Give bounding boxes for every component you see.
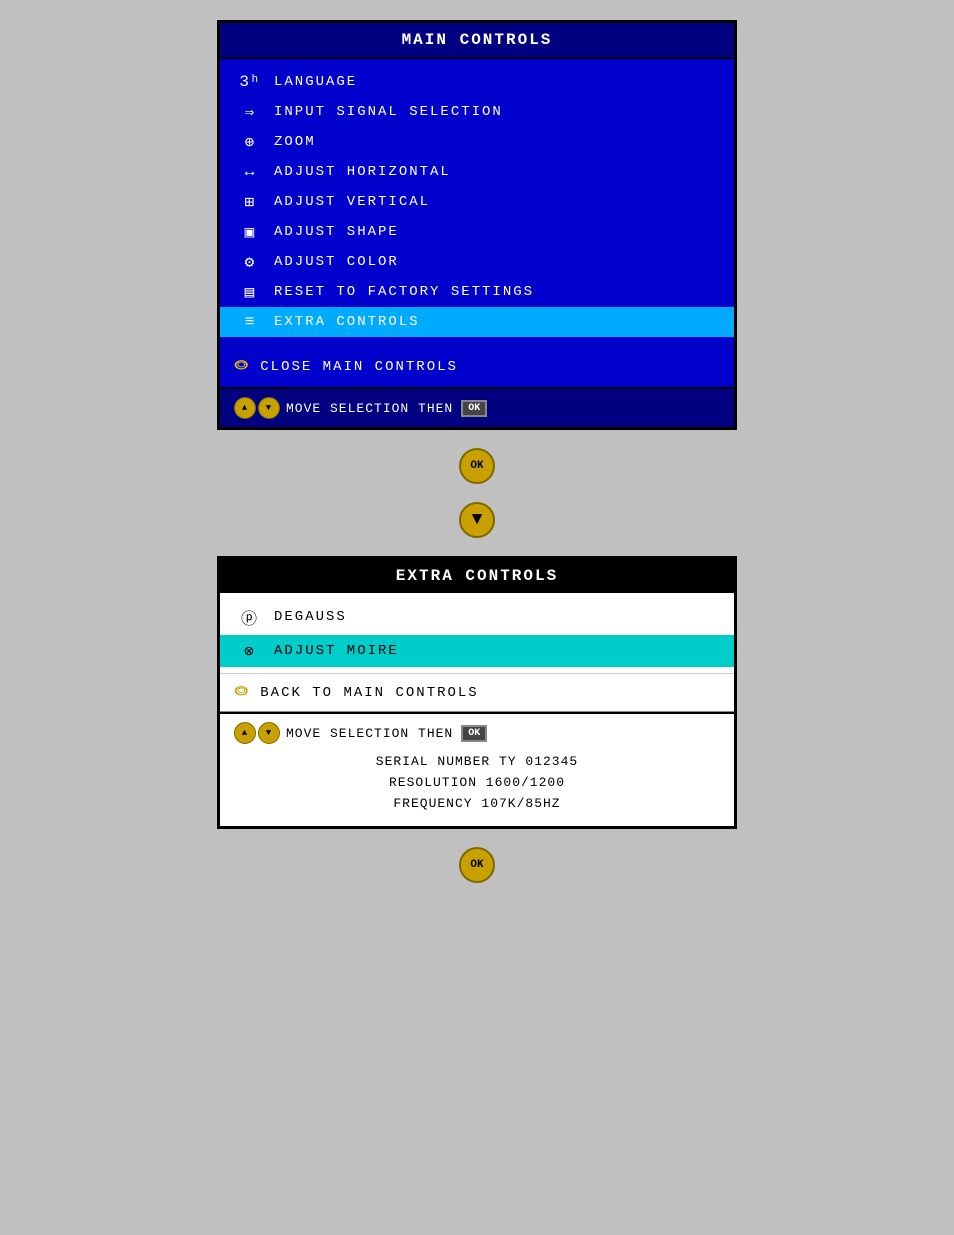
adjust-vert-label: ADJUST VERTICAL [274, 194, 430, 210]
frequency-line: FREQUENCY 107K/85HZ [234, 794, 720, 815]
adjust-shape-label: ADJUST SHAPE [274, 224, 399, 240]
footer-up-icon: ▲ [234, 397, 256, 419]
close-main-controls-row[interactable]: ⭖ CLOSE MAIN CONTROLS [220, 345, 734, 387]
extra-info-block: SERIAL NUMBER TY 012345 RESOLUTION 1600/… [234, 746, 720, 818]
zoom-icon: ⊕ [234, 132, 266, 152]
extra-controls-label: EXTRA CONTROLS [274, 314, 420, 330]
menu-item-adjust-horiz[interactable]: ↔ ADJUST HORIZONTAL [220, 157, 734, 187]
footer-down-icon: ▼ [258, 397, 280, 419]
extra-item-degauss[interactable]: ⓟ DEGAUSS [220, 599, 734, 635]
menu-item-extra-controls[interactable]: ≡ EXTRA CONTROLS [220, 307, 734, 337]
extra-controls-title: EXTRA CONTROLS [220, 559, 734, 593]
reset-factory-label: RESET TO FACTORY SETTINGS [274, 284, 534, 300]
menu-item-language[interactable]: 3ʰ LANGUAGE [220, 67, 734, 97]
serial-number-line: SERIAL NUMBER TY 012345 [234, 752, 720, 773]
back-label: BACK TO MAIN CONTROLS [260, 685, 478, 701]
menu-item-zoom[interactable]: ⊕ ZOOM [220, 127, 734, 157]
adjust-horiz-icon: ↔ [234, 163, 266, 181]
language-icon: 3ʰ [234, 73, 266, 91]
extra-footer-down-icon: ▼ [258, 722, 280, 744]
main-footer-label: MOVE SELECTION THEN [286, 401, 453, 416]
input-signal-icon: ⇒ [234, 102, 266, 122]
reset-factory-icon: ▤ [234, 282, 266, 302]
resolution-line: RESOLUTION 1600/1200 [234, 773, 720, 794]
ok-badge-icon[interactable]: OK [459, 448, 495, 484]
adjust-moire-icon: ⊗ [234, 641, 266, 661]
close-main-label: CLOSE MAIN CONTROLS [260, 359, 458, 375]
main-menu-list: 3ʰ LANGUAGE ⇒ INPUT SIGNAL SELECTION ⊕ Z… [220, 59, 734, 345]
close-main-icon: ⭖ [234, 356, 250, 377]
adjust-vert-icon: ⊞ [234, 192, 266, 212]
ok-badge-bottom: OK [459, 847, 495, 883]
extra-ok-badge: OK [461, 725, 487, 742]
zoom-label: ZOOM [274, 134, 316, 150]
adjust-shape-icon: ▣ [234, 222, 266, 242]
extra-footer-move-row: ▲ ▼ MOVE SELECTION THEN OK [234, 722, 720, 744]
main-controls-panel: MAIN CONTROLS 3ʰ LANGUAGE ⇒ INPUT SIGNAL… [217, 20, 737, 430]
down-arrow-icon: ▼ [459, 502, 495, 538]
menu-item-reset-factory[interactable]: ▤ RESET TO FACTORY SETTINGS [220, 277, 734, 307]
degauss-label: DEGAUSS [274, 609, 347, 625]
language-label: LANGUAGE [274, 74, 357, 90]
main-controls-title: MAIN CONTROLS [220, 23, 734, 59]
adjust-horiz-label: ADJUST HORIZONTAL [274, 164, 451, 180]
adjust-moire-label: ADJUST MOIRE [274, 643, 399, 659]
main-ok-badge: OK [461, 400, 487, 417]
extra-footer-label: MOVE SELECTION THEN [286, 726, 453, 741]
main-controls-footer: ▲ ▼ MOVE SELECTION THEN OK [220, 387, 734, 427]
ok-badge-between: OK [459, 448, 495, 484]
adjust-color-icon: ⚙ [234, 252, 266, 272]
back-icon: ⭖ [234, 682, 250, 703]
input-signal-label: INPUT SIGNAL SELECTION [274, 104, 503, 120]
back-to-main-row[interactable]: ⭖ BACK TO MAIN CONTROLS [220, 673, 734, 711]
extra-menu-list: ⓟ DEGAUSS ⊗ ADJUST MOIRE [220, 593, 734, 673]
menu-item-adjust-color[interactable]: ⚙ ADJUST COLOR [220, 247, 734, 277]
ok-badge-bottom-icon[interactable]: OK [459, 847, 495, 883]
down-arrow-between: ▼ [459, 502, 495, 538]
extra-controls-icon: ≡ [234, 313, 266, 331]
extra-item-adjust-moire[interactable]: ⊗ ADJUST MOIRE [220, 635, 734, 667]
adjust-color-label: ADJUST COLOR [274, 254, 399, 270]
extra-footer: ▲ ▼ MOVE SELECTION THEN OK SERIAL NUMBER… [220, 712, 734, 826]
degauss-icon: ⓟ [234, 605, 266, 629]
menu-item-adjust-shape[interactable]: ▣ ADJUST SHAPE [220, 217, 734, 247]
menu-item-adjust-vert[interactable]: ⊞ ADJUST VERTICAL [220, 187, 734, 217]
extra-controls-panel: EXTRA CONTROLS ⓟ DEGAUSS ⊗ ADJUST MOIRE … [217, 556, 737, 829]
menu-item-input-signal[interactable]: ⇒ INPUT SIGNAL SELECTION [220, 97, 734, 127]
extra-footer-up-icon: ▲ [234, 722, 256, 744]
